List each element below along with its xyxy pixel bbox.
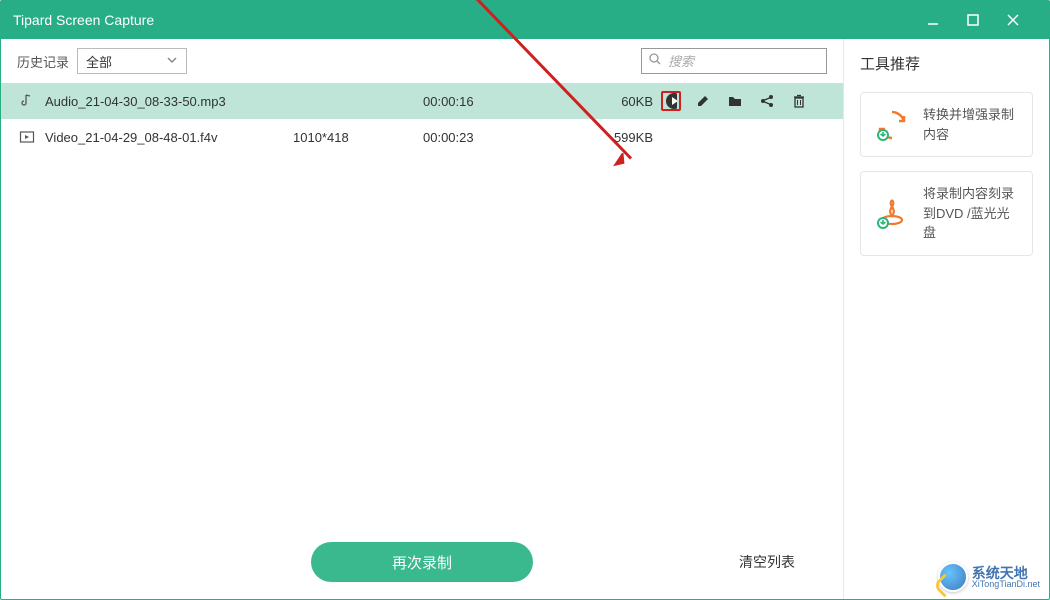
file-type-icon [19,93,45,109]
chevron-down-icon [166,54,178,69]
file-type-icon [19,129,45,145]
folder-button[interactable] [725,91,745,111]
close-button[interactable] [993,1,1033,39]
tool-card[interactable]: 将录制内容刻录到DVD /蓝光光盘 [860,171,1033,256]
tool-card[interactable]: 转换并增强录制内容 [860,92,1033,157]
clear-list-link[interactable]: 清空列表 [739,552,795,572]
row-actions [653,91,825,111]
file-name: Video_21-04-29_08-48-01.f4v [45,130,293,145]
burn-icon [875,195,909,231]
side-panel: 工具推荐 转换并增强录制内容将录制内容刻录到DVD /蓝光光盘 [843,39,1049,599]
file-duration: 00:00:23 [423,130,573,145]
history-label: 历史记录 [17,52,69,71]
file-size: 599KB [573,130,653,145]
search-input[interactable] [668,54,844,69]
filter-selected-text: 全部 [86,52,112,71]
convert-icon [875,107,909,143]
record-again-button[interactable]: 再次录制 [311,542,533,582]
toolbar: 历史记录 全部 [1,39,843,83]
filter-select[interactable]: 全部 [77,48,187,74]
main-panel: 历史记录 全部 Audio_21-04-30_08-33-50.mp3 00:0… [1,39,843,599]
delete-button[interactable] [789,91,809,111]
app-title: Tipard Screen Capture [13,12,154,28]
minimize-button[interactable] [913,1,953,39]
share-button[interactable] [757,91,777,111]
play-button[interactable] [661,91,681,111]
table-row[interactable]: Audio_21-04-30_08-33-50.mp3 00:00:16 60K… [1,83,843,119]
app-window: Tipard Screen Capture 历史记录 全部 Audio_21-0… [0,0,1050,600]
file-duration: 00:00:16 [423,94,573,109]
file-name: Audio_21-04-30_08-33-50.mp3 [45,94,293,109]
search-box[interactable] [641,48,827,74]
content-area: 历史记录 全部 Audio_21-04-30_08-33-50.mp3 00:0… [1,39,1049,599]
titlebar[interactable]: Tipard Screen Capture [1,1,1049,39]
card-text: 转换并增强录制内容 [923,105,1018,144]
edit-button[interactable] [693,91,713,111]
file-resolution: 1010*418 [293,130,423,145]
card-text: 将录制内容刻录到DVD /蓝光光盘 [923,184,1018,243]
table-row[interactable]: Video_21-04-29_08-48-01.f4v 1010*418 00:… [1,119,843,155]
maximize-button[interactable] [953,1,993,39]
search-icon [648,52,662,71]
file-list: Audio_21-04-30_08-33-50.mp3 00:00:16 60K… [1,83,843,525]
side-title: 工具推荐 [860,53,1033,74]
footer-bar: 再次录制 清空列表 [1,525,843,599]
file-size: 60KB [573,94,653,109]
